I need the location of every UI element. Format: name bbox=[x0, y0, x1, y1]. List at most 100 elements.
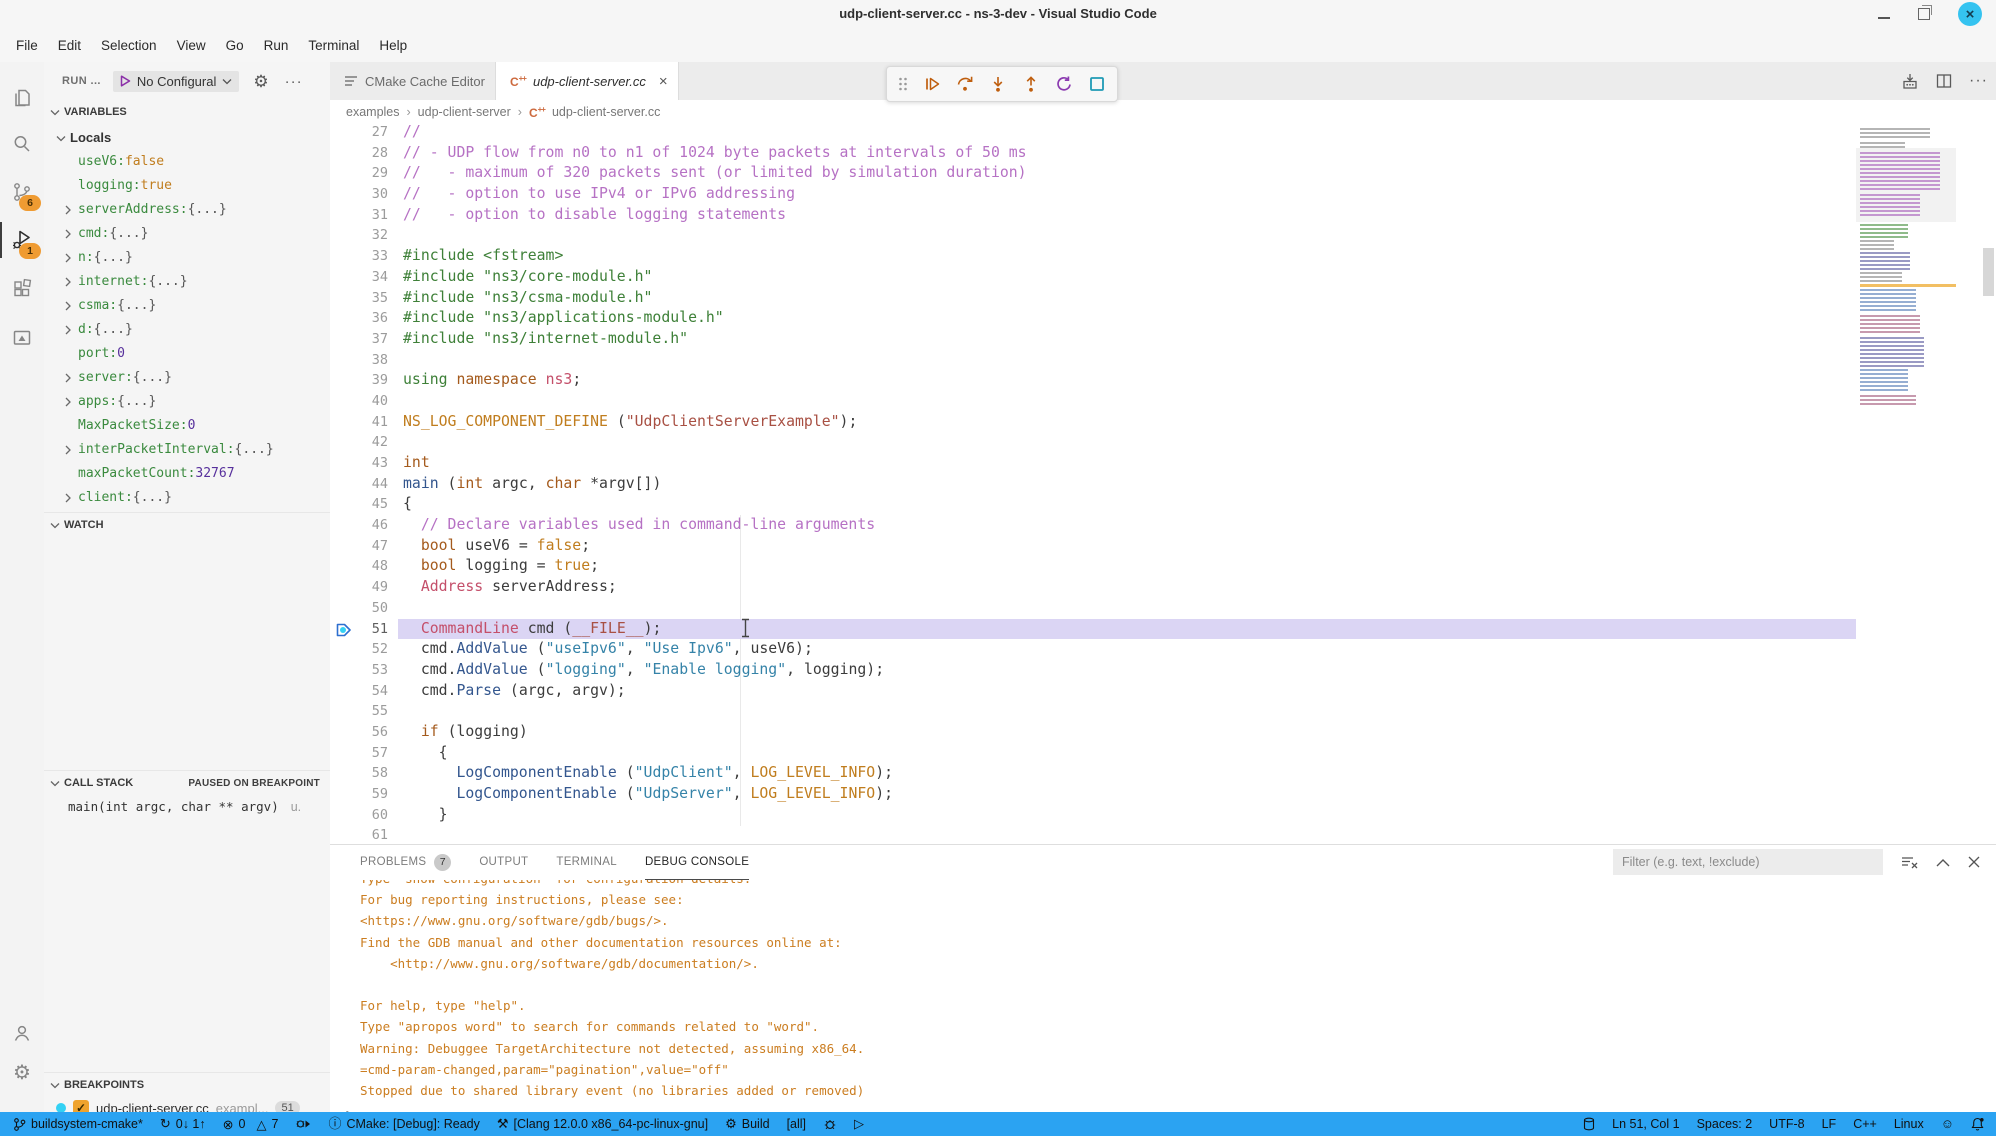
code-line[interactable]: 48 bool logging = true; bbox=[330, 556, 1996, 577]
statusbar-encoding[interactable]: UTF-8 bbox=[1769, 1117, 1804, 1131]
minimap-viewport[interactable] bbox=[1856, 148, 1956, 222]
split-editor-icon[interactable] bbox=[1935, 72, 1953, 90]
breadcrumb-item[interactable]: udp-client-server bbox=[418, 105, 511, 119]
breadcrumb[interactable]: examples›udp-client-server›C++udp-client… bbox=[330, 100, 1996, 124]
code-line[interactable]: 46 // Declare variables used in command-… bbox=[330, 515, 1996, 536]
activitybar-cmake-icon[interactable] bbox=[0, 316, 44, 360]
code-line[interactable]: 61 bbox=[330, 825, 1996, 845]
variable-row[interactable]: client: {...} bbox=[44, 486, 330, 510]
code-line[interactable]: 39using namespace ns3; bbox=[330, 370, 1996, 391]
tab-cmake-cache-editor[interactable]: CMake Cache Editor bbox=[330, 62, 496, 100]
step-out-icon[interactable] bbox=[1022, 75, 1040, 93]
statusbar-remote-indicator[interactable] bbox=[1583, 1117, 1595, 1131]
code-line[interactable]: 45{ bbox=[330, 494, 1996, 515]
variable-row[interactable]: serverAddress: {...} bbox=[44, 198, 330, 222]
panel-tab-terminal[interactable]: TERMINAL bbox=[556, 845, 617, 880]
statusbar-os-indicator[interactable]: Linux bbox=[1894, 1117, 1924, 1131]
continue-icon[interactable] bbox=[923, 75, 941, 93]
close-panel-icon[interactable] bbox=[1968, 856, 1980, 868]
statusbar-cmake-debug[interactable] bbox=[823, 1117, 837, 1131]
statusbar-cmake-target[interactable]: [all] bbox=[787, 1117, 806, 1131]
code-line[interactable]: 53 cmd.AddValue ("logging", "Enable logg… bbox=[330, 660, 1996, 681]
menu-item-run[interactable]: Run bbox=[254, 33, 299, 58]
variable-row[interactable]: d: {...} bbox=[44, 318, 330, 342]
code-line[interactable]: 55 bbox=[330, 701, 1996, 722]
tab-udp-client-server-cc[interactable]: C++udp-client-server.cc× bbox=[496, 62, 679, 100]
variable-row[interactable]: server: {...} bbox=[44, 366, 330, 390]
statusbar-language-mode[interactable]: C++ bbox=[1853, 1117, 1877, 1131]
code-line[interactable]: 59 LogComponentEnable ("UdpServer", LOG_… bbox=[330, 784, 1996, 805]
code-line[interactable]: 56 if (logging) bbox=[330, 722, 1996, 743]
code-line[interactable]: 28// - UDP flow from n0 to n1 of 1024 by… bbox=[330, 143, 1996, 164]
code-line[interactable]: 51 CommandLine cmd (__FILE__); bbox=[330, 619, 1996, 640]
step-over-icon[interactable] bbox=[956, 75, 974, 93]
code-line[interactable]: 44main (int argc, char *argv[]) bbox=[330, 474, 1996, 495]
variable-row[interactable]: n: {...} bbox=[44, 246, 330, 270]
variable-row[interactable]: maxPacketCount: 32767 bbox=[44, 462, 330, 486]
close-window-icon[interactable]: × bbox=[1958, 2, 1982, 26]
statusbar-indentation[interactable]: Spaces: 2 bbox=[1697, 1117, 1753, 1131]
activitybar-account-icon[interactable] bbox=[0, 1011, 44, 1055]
code-line[interactable]: 40 bbox=[330, 391, 1996, 412]
variable-row[interactable]: port: 0 bbox=[44, 342, 330, 366]
menu-item-file[interactable]: File bbox=[6, 33, 48, 58]
statusbar-cmake-run[interactable]: ▷ bbox=[854, 1117, 864, 1131]
code-line[interactable]: 27// bbox=[330, 124, 1996, 143]
menu-item-go[interactable]: Go bbox=[216, 33, 254, 58]
statusbar-cmake-kit[interactable]: ⚒[Clang 12.0.0 x86_64-pc-linux-gnu] bbox=[497, 1117, 708, 1131]
clear-console-icon[interactable] bbox=[1901, 855, 1918, 870]
statusbar-git-sync[interactable]: ↻0↓ 1↑ bbox=[160, 1117, 206, 1131]
debug-configuration-dropdown[interactable]: No Configural bbox=[113, 71, 240, 92]
gear-icon[interactable]: ⚙ bbox=[253, 73, 268, 90]
statusbar-debug-launch[interactable] bbox=[295, 1117, 311, 1131]
code-editor[interactable]: 27//28// - UDP flow from n0 to n1 of 102… bbox=[330, 124, 1996, 845]
step-into-icon[interactable] bbox=[989, 75, 1007, 93]
panel-tab-problems[interactable]: PROBLEMS7 bbox=[360, 845, 451, 880]
statusbar-problems[interactable]: ⊗0△7 bbox=[223, 1117, 279, 1131]
panel-tab-output[interactable]: OUTPUT bbox=[479, 845, 528, 880]
variable-row[interactable]: csma: {...} bbox=[44, 294, 330, 318]
statusbar-git-branch[interactable]: buildsystem-cmake* bbox=[12, 1117, 143, 1132]
activitybar-search-icon[interactable] bbox=[0, 122, 44, 166]
variable-row[interactable]: interPacketInterval: {...} bbox=[44, 438, 330, 462]
statusbar-cmake-status[interactable]: ⓘCMake: [Debug]: Ready bbox=[328, 1117, 479, 1131]
breadcrumb-item[interactable]: udp-client-server.cc bbox=[552, 105, 660, 119]
console-prompt[interactable]: > bbox=[330, 1103, 1996, 1112]
stop-icon[interactable] bbox=[1088, 75, 1106, 93]
variable-row[interactable]: apps: {...} bbox=[44, 390, 330, 414]
code-line[interactable]: 50 bbox=[330, 598, 1996, 619]
variable-row[interactable]: MaxPacketSize: 0 bbox=[44, 414, 330, 438]
breakpoints-section-header[interactable]: BREAKPOINTS bbox=[44, 1072, 330, 1097]
code-line[interactable]: 37#include "ns3/internet-module.h" bbox=[330, 329, 1996, 350]
minimap[interactable] bbox=[1856, 126, 1956, 406]
more-icon[interactable]: ··· bbox=[1969, 72, 1988, 90]
watch-section-header[interactable]: WATCH bbox=[44, 512, 330, 537]
variables-section-header[interactable]: VARIABLES bbox=[44, 100, 330, 124]
variable-row[interactable]: logging: true bbox=[44, 174, 330, 198]
activitybar-settings-icon[interactable]: ⚙ bbox=[0, 1051, 44, 1095]
code-line[interactable]: 33#include <fstream> bbox=[330, 246, 1996, 267]
code-line[interactable]: 58 LogComponentEnable ("UdpClient", LOG_… bbox=[330, 763, 1996, 784]
menu-item-edit[interactable]: Edit bbox=[48, 33, 91, 58]
call-stack-section-header[interactable]: CALL STACK PAUSED ON BREAKPOINT bbox=[44, 770, 330, 795]
code-line[interactable]: 34#include "ns3/core-module.h" bbox=[330, 267, 1996, 288]
activitybar-run-and-debug-icon[interactable]: 1 bbox=[0, 218, 44, 262]
menu-item-view[interactable]: View bbox=[167, 33, 216, 58]
activitybar-explorer-icon[interactable] bbox=[0, 76, 44, 120]
code-line[interactable]: 38 bbox=[330, 350, 1996, 371]
variable-row[interactable]: cmd: {...} bbox=[44, 222, 330, 246]
code-line[interactable]: 54 cmd.Parse (argc, argv); bbox=[330, 681, 1996, 702]
activitybar-source-control-icon[interactable]: 6 bbox=[0, 170, 44, 214]
collapse-into-box-icon[interactable] bbox=[1901, 72, 1919, 90]
code-line[interactable]: 31// - option to disable logging stateme… bbox=[330, 205, 1996, 226]
call-stack-frame[interactable]: main(int argc, char ** argv)u. bbox=[44, 796, 330, 818]
statusbar-feedback[interactable]: ☺ bbox=[1941, 1117, 1954, 1131]
code-line[interactable]: 57 { bbox=[330, 743, 1996, 764]
code-line[interactable]: 36#include "ns3/applications-module.h" bbox=[330, 308, 1996, 329]
code-line[interactable]: 41NS_LOG_COMPONENT_DEFINE ("UdpClientSer… bbox=[330, 412, 1996, 433]
editor-scrollbar[interactable] bbox=[1983, 248, 1994, 296]
console-filter-input[interactable] bbox=[1613, 849, 1883, 875]
variable-row[interactable]: useV6: false bbox=[44, 150, 330, 174]
maximize-panel-icon[interactable] bbox=[1936, 858, 1950, 867]
code-line[interactable]: 47 bool useV6 = false; bbox=[330, 536, 1996, 557]
